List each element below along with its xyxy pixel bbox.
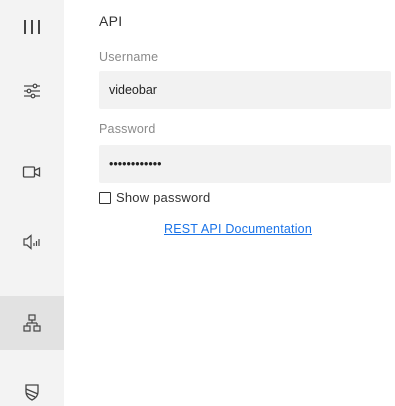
sidebar xyxy=(0,0,64,406)
username-label: Username xyxy=(99,50,159,64)
app-window: API Username Password Show password REST… xyxy=(0,0,395,406)
menu-icon xyxy=(21,18,43,36)
speaker-icon xyxy=(22,233,42,251)
sidebar-item-security[interactable] xyxy=(0,365,64,406)
show-password-label: Show password xyxy=(116,190,211,205)
api-settings-panel: API Username Password Show password REST… xyxy=(64,0,395,406)
sidebar-item-camera[interactable] xyxy=(0,145,64,199)
camera-icon xyxy=(22,165,42,179)
show-password-toggle[interactable]: Show password xyxy=(99,190,210,205)
rest-api-documentation-link[interactable]: REST API Documentation xyxy=(164,222,312,236)
sidebar-item-network[interactable] xyxy=(0,296,64,350)
sliders-icon xyxy=(22,83,42,99)
show-password-checkbox[interactable] xyxy=(99,191,111,204)
username-field[interactable] xyxy=(99,71,391,109)
sidebar-item-menu[interactable] xyxy=(0,0,64,54)
shield-icon xyxy=(22,382,42,402)
sidebar-item-settings[interactable] xyxy=(0,64,64,118)
page-title: API xyxy=(99,13,123,29)
password-label: Password xyxy=(99,122,156,136)
password-field[interactable] xyxy=(99,145,391,183)
network-icon xyxy=(22,313,42,333)
sidebar-item-audio[interactable] xyxy=(0,215,64,269)
